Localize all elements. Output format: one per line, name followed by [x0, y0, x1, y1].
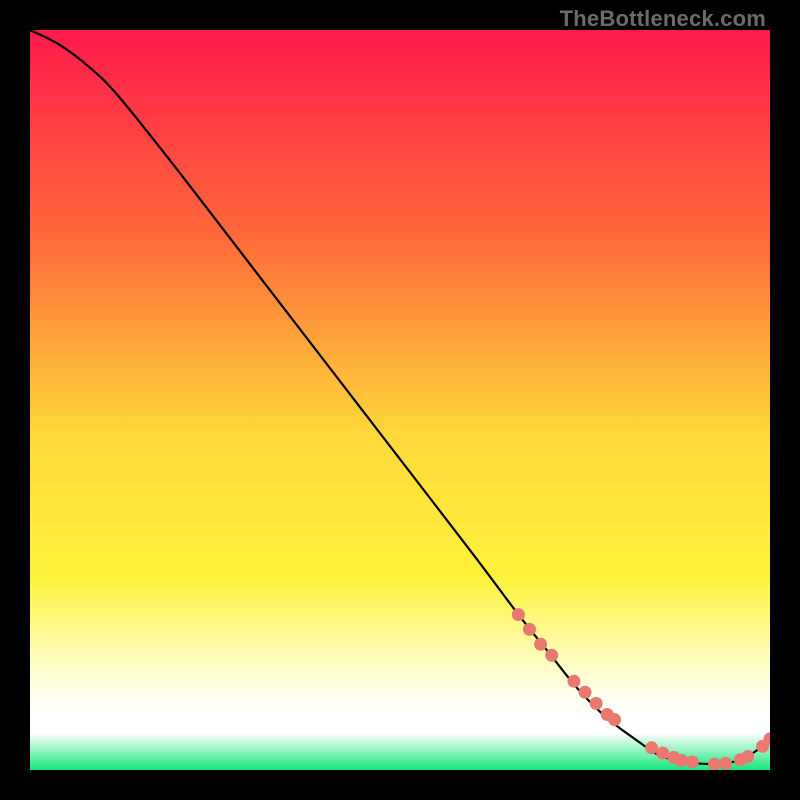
marker-dot	[579, 686, 592, 699]
marker-dot	[656, 746, 669, 759]
marker-dot	[686, 755, 699, 768]
watermark-text: TheBottleneck.com	[560, 6, 766, 32]
marker-dot	[567, 675, 580, 688]
marker-dot	[608, 713, 621, 726]
marker-dot	[534, 638, 547, 651]
highlight-markers	[512, 608, 770, 770]
data-overlay	[30, 30, 770, 770]
bottleneck-curve	[30, 30, 770, 764]
marker-dot	[675, 754, 688, 767]
marker-dot	[512, 608, 525, 621]
marker-dot	[545, 649, 558, 662]
marker-dot	[719, 757, 732, 770]
chart-stage: TheBottleneck.com	[0, 0, 800, 800]
marker-dot	[590, 697, 603, 710]
marker-dot	[523, 623, 536, 636]
plot-area	[30, 30, 770, 770]
marker-dot	[708, 758, 721, 770]
marker-dot	[645, 741, 658, 754]
marker-dot	[741, 750, 754, 763]
